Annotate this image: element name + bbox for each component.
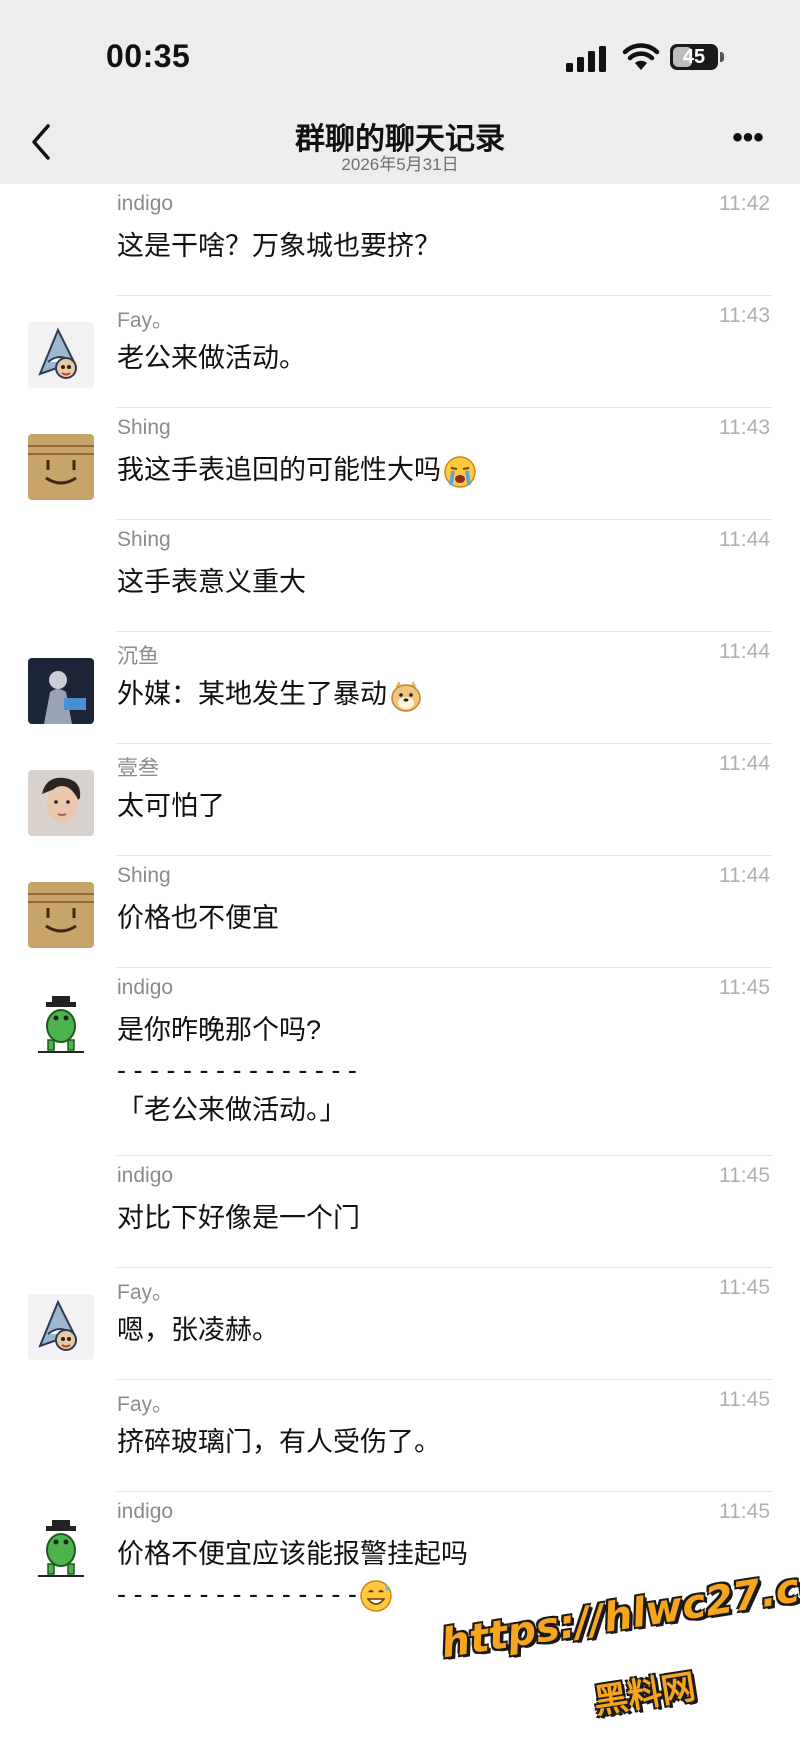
message-time: 11:45 (719, 1388, 770, 1411)
message-time: 11:45 (719, 1500, 770, 1523)
battery-icon: 45 (670, 44, 718, 70)
message-text-content: 价格不便宜应该能报警挂起吗 - - - - - - - - - - - - - … (117, 1539, 468, 1609)
message-time: 11:42 (719, 192, 770, 215)
status-time: 00:35 (106, 38, 191, 74)
message-text-content: 这是干啥？万象城也要挤？ (117, 231, 441, 261)
sender-name: 壹叁 (117, 757, 159, 780)
message-text-content: 这手表意义重大 (117, 567, 306, 597)
message-text-content: 外媒：某地发生了暴动 (117, 679, 387, 709)
sender-name: indigo (117, 1164, 174, 1187)
divider (117, 407, 772, 408)
battery-level: 45 (682, 46, 706, 68)
divider (117, 1155, 772, 1156)
message-time: 11:45 (719, 1276, 770, 1299)
wifi-icon (622, 43, 660, 70)
sender-name: Fay。 (117, 309, 174, 332)
avatar[interactable] (28, 1294, 94, 1360)
message-text: 我这手表追回的可能性大吗 (117, 450, 757, 490)
message-time: 11:43 (719, 304, 770, 327)
message-text: 这手表意义重大 (117, 562, 757, 602)
message-text: 外媒：某地发生了暴动 (117, 674, 757, 714)
sender-name: 沉鱼 (117, 645, 159, 668)
crying-face-icon (443, 455, 477, 489)
sender-name: Shing (117, 416, 171, 439)
top-bar: 00:35 45 群聊的聊天记录 2026年5月31日 ••• (0, 0, 800, 184)
divider (117, 855, 772, 856)
message-text-content: 嗯，张凌赫。 (117, 1315, 279, 1345)
sender-name: Fay。 (117, 1393, 174, 1416)
watermark-name: 黑料网 (591, 1666, 699, 1723)
message-text-content: 是你昨晚那个吗? - - - - - - - - - - - - - - - 「… (117, 1015, 357, 1125)
avatar[interactable] (28, 434, 94, 500)
divider (117, 743, 772, 744)
battery-cap (720, 52, 724, 62)
message-text-content: 挤碎玻璃门，有人受伤了。 (117, 1427, 441, 1457)
message-time: 11:44 (719, 640, 770, 663)
sender-name: indigo (117, 192, 174, 215)
message-text-content: 太可怕了 (117, 791, 225, 821)
message-text-content: 老公来做活动。 (117, 343, 306, 373)
divider (117, 1267, 772, 1268)
message-text: 太可怕了 (117, 786, 757, 826)
message-text: 价格也不便宜 (117, 898, 757, 938)
message-text: 嗯，张凌赫。 (117, 1310, 757, 1350)
avatar[interactable] (28, 1518, 94, 1584)
message-text-content: 对比下好像是一个门 (117, 1203, 360, 1233)
message-time: 11:45 (719, 976, 770, 999)
message-text-content: 我这手表追回的可能性大吗 (117, 455, 441, 485)
divider (117, 631, 772, 632)
message-text: 老公来做活动。 (117, 338, 757, 378)
divider (117, 967, 772, 968)
message-text: 是你昨晚那个吗? - - - - - - - - - - - - - - - 「… (117, 1010, 757, 1130)
message-text: 这是干啥？万象城也要挤？ (117, 226, 757, 266)
message-text-content: 价格也不便宜 (117, 903, 279, 933)
sender-name: Shing (117, 864, 171, 887)
sender-name: Shing (117, 528, 171, 551)
message-time: 11:44 (719, 528, 770, 551)
avatar[interactable] (28, 882, 94, 948)
avatar[interactable] (28, 658, 94, 724)
sender-name: Fay。 (117, 1281, 174, 1304)
avatar[interactable] (28, 322, 94, 388)
avatar[interactable] (28, 770, 94, 836)
message-time: 11:45 (719, 1164, 770, 1187)
avatar[interactable] (28, 994, 94, 1060)
more-dots-icon[interactable]: ••• (728, 123, 768, 158)
grin-sweat-icon (359, 1579, 393, 1613)
doge-icon (389, 679, 423, 713)
divider (117, 295, 772, 296)
page-date: 2026年5月31日 (341, 155, 459, 174)
sender-name: indigo (117, 976, 174, 999)
message-text: 挤碎玻璃门，有人受伤了。 (117, 1422, 757, 1462)
divider (117, 1491, 772, 1492)
message-time: 11:44 (719, 864, 770, 887)
message-time: 11:44 (719, 752, 770, 775)
divider (117, 1379, 772, 1380)
divider (117, 519, 772, 520)
message-text: 对比下好像是一个门 (117, 1198, 757, 1238)
message-time: 11:43 (719, 416, 770, 439)
sender-name: indigo (117, 1500, 174, 1523)
cellular-signal-icon (566, 46, 606, 72)
